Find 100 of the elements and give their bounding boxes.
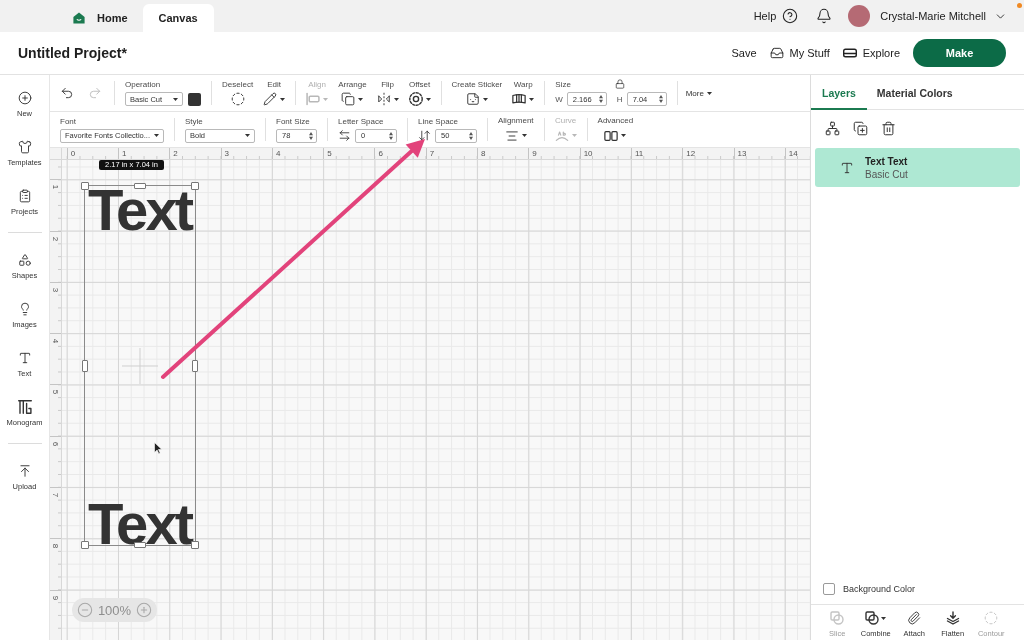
checkbox[interactable]	[823, 583, 835, 595]
pencil-icon	[263, 92, 278, 106]
ruler-label: 3	[224, 149, 230, 158]
arrange-button[interactable]	[341, 91, 364, 107]
resize-handle[interactable]	[134, 183, 146, 189]
crosshair-icon	[122, 348, 158, 384]
stepper-icon[interactable]	[309, 131, 313, 140]
ruler-label: 10	[583, 149, 593, 158]
ruler-label: 0	[70, 149, 76, 158]
minus-circle-icon	[77, 602, 93, 618]
flip-button[interactable]	[376, 91, 399, 107]
stepper-icon[interactable]	[469, 131, 473, 140]
ruler-label: 12	[686, 149, 696, 158]
layer-item[interactable]: Text Text Basic Cut	[815, 148, 1020, 187]
selection-frame[interactable]: Text Text	[84, 185, 196, 546]
tool-label: Align	[308, 79, 326, 89]
caret-icon	[393, 97, 399, 101]
overlapping-squares-icon	[341, 92, 356, 106]
monogram-icon	[17, 400, 32, 414]
plus-circle-icon	[17, 91, 32, 105]
tool-label: Advanced	[597, 116, 634, 125]
tool-label: Warp	[513, 79, 533, 89]
ruler-label: 13	[737, 149, 747, 158]
caret-icon	[529, 97, 535, 101]
user-menu-button[interactable]: Crystal-Marie Mitchell	[880, 9, 1007, 23]
flip-icon	[376, 92, 391, 106]
caret-icon	[280, 97, 286, 101]
stepper-icon[interactable]	[389, 131, 393, 140]
align-center-icon	[504, 128, 519, 143]
ruler-label: 2	[173, 149, 178, 158]
create-sticker-button[interactable]	[465, 91, 488, 107]
dashed-circle-icon	[984, 611, 999, 625]
tool-label: Style	[185, 116, 203, 126]
ruler-label: 11	[634, 149, 644, 158]
caret-icon	[358, 97, 364, 101]
letter-t-icon	[840, 160, 854, 175]
lock-icon[interactable]	[614, 79, 625, 89]
nav-tab[interactable]: Canvas	[142, 4, 214, 32]
panel-tab[interactable]: Material Colors	[866, 75, 963, 110]
help-icon	[782, 8, 799, 24]
caret-icon	[482, 97, 488, 101]
square-circle-icon	[865, 611, 880, 625]
nav-tab[interactable]: Home	[66, 4, 135, 32]
make-button[interactable]: Make	[913, 39, 1006, 67]
tool-label: Alignment	[498, 116, 534, 125]
canvas-text: Text	[88, 501, 191, 545]
color-swatch-icon[interactable]	[188, 92, 201, 106]
mat-icon	[842, 46, 857, 60]
square-circle-icon	[830, 611, 845, 625]
ruler-label: 7	[51, 492, 60, 498]
tool-label: Offset	[409, 79, 431, 89]
help-button[interactable]: Help	[753, 8, 799, 24]
more-button[interactable]: More	[685, 88, 712, 98]
tool-label: Line Space	[418, 116, 459, 126]
offset-button[interactable]	[408, 91, 431, 107]
network-icon[interactable]	[825, 120, 840, 136]
tool-label: Create Sticker	[451, 79, 503, 89]
undo-icon[interactable]	[60, 86, 74, 100]
advanced-icon	[604, 128, 619, 143]
layer-operation: Basic Cut	[865, 168, 908, 180]
warp-icon	[512, 92, 527, 106]
resize-handle[interactable]	[82, 359, 88, 372]
stepper-icon[interactable]	[598, 95, 603, 103]
ruler-label: 7	[429, 149, 435, 158]
project-title: Untitled Project*	[18, 45, 127, 61]
bell-icon[interactable]	[816, 8, 833, 24]
resize-handle[interactable]	[81, 541, 89, 549]
ruler-label: 4	[275, 149, 281, 158]
resize-handle[interactable]	[81, 182, 89, 190]
trash-icon[interactable]	[881, 120, 896, 136]
plus-circle-icon	[136, 602, 152, 618]
upload-icon	[17, 464, 32, 478]
tool-label: Font	[60, 116, 76, 126]
caret-icon	[425, 97, 431, 101]
avatar[interactable]	[848, 5, 871, 27]
ruler-label: 2	[51, 236, 60, 241]
caret-icon	[521, 134, 527, 137]
panel-tab[interactable]: Layers	[811, 75, 867, 110]
advanced-button[interactable]	[604, 128, 627, 143]
resize-handle[interactable]	[191, 541, 199, 549]
deselect-button[interactable]	[230, 91, 245, 107]
caret-icon	[173, 97, 178, 101]
save-button[interactable]: Save	[731, 47, 757, 59]
ruler-label: 9	[51, 595, 60, 600]
stepper-icon[interactable]	[658, 95, 663, 103]
edit-button[interactable]	[263, 91, 286, 107]
explore-button[interactable]: Explore	[842, 46, 900, 60]
ruler-label: 8	[51, 544, 60, 549]
alignment-button[interactable]	[504, 128, 527, 143]
my-stuff-button[interactable]: My Stuff	[769, 46, 830, 60]
resize-handle[interactable]	[192, 359, 198, 372]
paperclip-icon	[907, 611, 922, 625]
inbox-icon	[769, 46, 784, 60]
checkbox-label: Background Color	[843, 584, 916, 594]
ruler-label: 9	[532, 149, 537, 158]
canvas-text: Text	[88, 188, 191, 232]
ruler-label: 8	[481, 149, 486, 158]
duplicate-icon[interactable]	[853, 120, 868, 136]
caret-icon	[621, 134, 627, 137]
resize-handle[interactable]	[191, 182, 199, 190]
